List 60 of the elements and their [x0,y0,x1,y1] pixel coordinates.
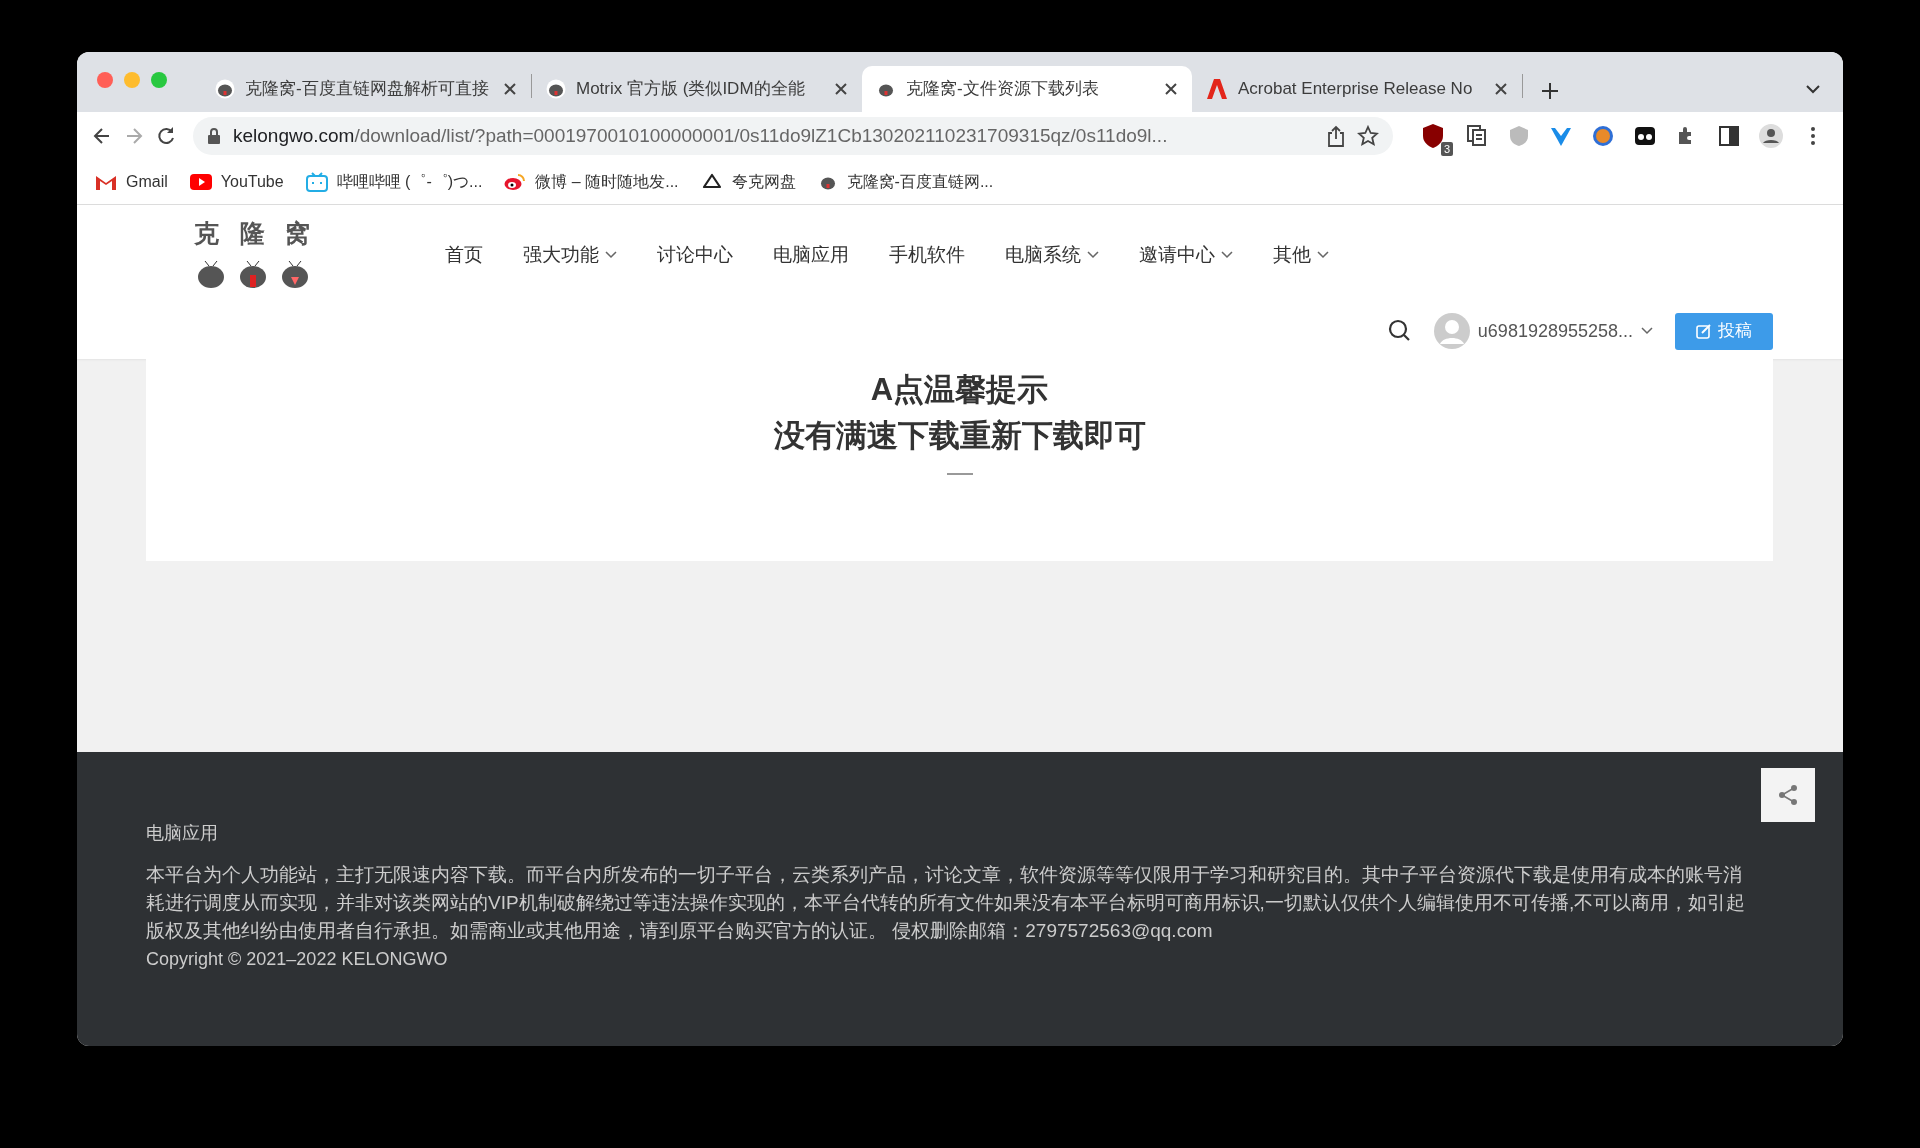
chevron-down-icon[interactable] [1805,84,1821,94]
close-icon[interactable] [503,82,517,96]
nav-link[interactable]: 邀请中心 [1139,241,1233,270]
browser-tab[interactable]: 克隆窝-百度直链网盘解析可直接 [201,66,531,112]
footer-heading: 电脑应用 [146,822,219,845]
documents-icon[interactable] [1465,124,1489,148]
round-logo-icon[interactable] [1591,124,1615,148]
chevron-down-icon [1317,251,1329,260]
nav-link[interactable]: 手机软件 [889,241,965,270]
disclaimer-text: 本平台为个人功能站，主打无限速内容下载。而平台内所发布的一切子平台，云类系列产品，讨论文章，软件资源等等仅限用于学习和研究目的。其中子平台资源代下载是使用有成本的账号消耗进行调度从而实现，并非对该类网站的VIP机制破解绕过等违法操作实现的，本平台代转的所有文件如果没有本平台标明可商用标识,一切默认仅供个人编辑使用不可传播,不可以商用，如引起版权及其他纠纷由使用者自行承担。如需商业或其他用途，请到原平台购买官方的认证。 侵权删除邮箱：2797572563@qq.com [146,863,1746,943]
edit-icon [1696,323,1712,339]
bookmark-link[interactable]: 克隆窝-百度直链网... [846,170,994,194]
close-icon[interactable] [1164,82,1178,96]
nav-link[interactable]: 电脑应用 [773,241,849,270]
eye-icon [504,173,527,191]
bug-icon [546,79,566,99]
bug-icon [215,79,235,99]
side-panel-icon[interactable] [1717,124,1741,148]
logo-text[interactable]: 克 隆 窝 [193,215,317,253]
chevron-down-icon [1221,251,1233,260]
address-bar[interactable]: kelongwo.com/download/list/?path=0001970010100000001/0s11do9lZ1Cb130202110231709315qz/0s11do9l... [193,117,1393,155]
nav-link[interactable]: 首页 [445,241,483,270]
share-icon[interactable] [1327,125,1345,147]
reload-icon[interactable] [155,125,177,147]
browser-tab[interactable]: Acrobat Enterprise Release No [1192,66,1522,112]
browser-tab[interactable]: 克隆窝-文件资源下载列表 [862,66,1192,112]
bookmark-link[interactable]: YouTube [220,170,284,194]
chevron-down-icon [1087,251,1099,260]
close-icon[interactable] [834,82,848,96]
notice-heading: 没有满速下载重新下载即可 [773,417,1146,455]
nav-link[interactable]: 强大功能 [523,241,617,270]
acrobat-icon [1206,79,1228,99]
profile-icon[interactable] [1759,124,1783,148]
chevron-down-icon [605,251,617,260]
tv-icon [305,172,328,192]
share-button[interactable] [1761,768,1815,822]
play-icon [189,174,212,190]
copyright-text: Copyright © 2021–2022 KELONGWO [146,948,449,971]
bookmark-link[interactable]: 哔哩哔哩 (゜-゜)つ... [336,170,483,194]
nav-link[interactable]: 电脑系统 [1005,241,1099,270]
bookmark-link[interactable]: 微博 – 随时随地发... [535,170,679,194]
plus-icon[interactable] [1541,82,1559,100]
chevron-down-icon [1641,327,1653,335]
browser-tab[interactable]: Motrix 官方版 (类似IDM的全能 [532,66,862,112]
star-icon[interactable] [1357,125,1379,147]
share-icon [1777,784,1799,806]
nav-link[interactable]: 其他 [1273,241,1329,270]
url-text: kelongwo.com/download/list/?path=0001970010100000001/0s11do9lZ1Cb130202110231709315qz/0s11do9l... [233,123,1168,148]
avatar-icon [1433,313,1470,349]
bookmark-link[interactable]: Gmail [126,170,168,194]
nav-link[interactable]: 讨论中心 [657,241,733,270]
mask-icon[interactable] [1633,124,1657,148]
notice-heading: A点温馨提示 [870,371,1049,409]
count-badge: 3 [1440,142,1453,156]
close-icon[interactable] [1494,82,1508,96]
user-menu[interactable]: u6981928955258... [1433,313,1653,349]
lock-icon [207,128,221,144]
search-icon[interactable] [1387,319,1412,343]
mail-icon [95,174,117,190]
bookmark-link[interactable]: 夸克网盘 [731,170,796,194]
